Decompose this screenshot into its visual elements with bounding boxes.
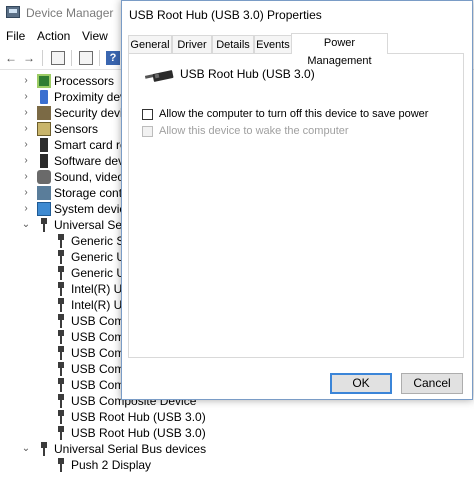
allow-turn-off-checkbox[interactable] [142, 109, 153, 120]
usb-icon [54, 234, 68, 248]
software-device-icon [40, 154, 48, 168]
usb-icon [54, 410, 68, 424]
menu-view[interactable]: View [82, 29, 108, 43]
tree-item-label: USB Root Hub (USB 3.0) [71, 410, 206, 424]
device-manager-title: Device Manager [26, 6, 114, 20]
tree-item-label: Sensors [54, 122, 99, 136]
usb-icon [54, 298, 68, 312]
tab-general[interactable]: General [128, 35, 172, 53]
tab-details[interactable]: Details [212, 35, 254, 53]
device-name: USB Root Hub (USB 3.0) [180, 67, 315, 81]
forward-arrow-icon[interactable]: → [22, 51, 36, 65]
usb-plug-icon [145, 70, 174, 82]
tab-power-management[interactable]: Power Management [291, 33, 388, 67]
sensor-icon [37, 122, 51, 136]
menu-action[interactable]: Action [37, 29, 70, 43]
tree-item-label: Processors [54, 74, 115, 88]
tree-item-label: USB Root Hub (USB 3.0) [71, 426, 206, 440]
usb-icon [37, 218, 51, 232]
usb-icon [54, 346, 68, 360]
device-manager-app-icon [6, 6, 20, 18]
chevron-right-icon[interactable]: › [20, 137, 32, 153]
chevron-right-icon[interactable]: › [20, 169, 32, 185]
help-icon[interactable]: ? [106, 51, 120, 65]
usb-icon [54, 426, 68, 440]
chevron-right-icon[interactable]: › [20, 185, 32, 201]
menu-file[interactable]: File [6, 29, 25, 43]
chevron-right-icon[interactable]: › [20, 89, 32, 105]
usb-icon [54, 282, 68, 296]
chevron-right-icon[interactable]: › [20, 201, 32, 217]
allow-wake-checkbox [142, 126, 153, 137]
proximity-device-icon [40, 90, 48, 104]
toolbar-separator [71, 50, 72, 66]
security-device-icon [37, 106, 51, 120]
usb-icon [54, 314, 68, 328]
sound-device-icon [37, 170, 51, 184]
properties-dialog: USB Root Hub (USB 3.0) Properties Genera… [121, 0, 473, 400]
properties-view-icon[interactable] [51, 51, 65, 65]
allow-wake-label: Allow this device to wake the computer [159, 125, 349, 137]
usb-icon [54, 250, 68, 264]
usb-icon [54, 330, 68, 344]
usb-icon [54, 362, 68, 376]
dialog-title: USB Root Hub (USB 3.0) Properties [129, 8, 322, 22]
toolbar-separator [42, 50, 43, 66]
tab-driver[interactable]: Driver [172, 35, 212, 53]
storage-controller-icon [37, 186, 51, 200]
chevron-down-icon[interactable]: ⌄ [20, 217, 32, 233]
chevron-right-icon[interactable]: › [20, 121, 32, 137]
back-arrow-icon[interactable]: ← [4, 51, 18, 65]
tree-item-label: Push 2 Display [71, 458, 152, 472]
cancel-button[interactable]: Cancel [401, 373, 463, 394]
tree-item-label: Proximity devi [54, 90, 129, 104]
chevron-down-icon[interactable]: ⌄ [20, 441, 32, 457]
chevron-right-icon[interactable]: › [20, 105, 32, 121]
smart-card-reader-icon [40, 138, 48, 152]
allow-turn-off-label[interactable]: Allow the computer to turn off this devi… [159, 108, 428, 120]
usb-icon [54, 378, 68, 392]
chevron-right-icon[interactable]: › [20, 73, 32, 89]
system-device-icon [37, 202, 51, 216]
ok-button[interactable]: OK [330, 373, 392, 394]
usb-icon [54, 458, 68, 472]
usb-icon [37, 442, 51, 456]
chevron-right-icon[interactable]: › [20, 153, 32, 169]
usb-icon [54, 266, 68, 280]
tab-events[interactable]: Events [254, 35, 292, 53]
toolbar-separator [99, 50, 100, 66]
usb-icon [54, 394, 68, 408]
tree-item-label: Universal Serial Bus devices [54, 442, 207, 456]
scan-hardware-icon[interactable] [79, 51, 93, 65]
power-management-panel: USB Root Hub (USB 3.0) Allow the compute… [128, 53, 464, 358]
tree-item-label: Security devic [54, 106, 129, 120]
processor-icon [37, 74, 51, 88]
